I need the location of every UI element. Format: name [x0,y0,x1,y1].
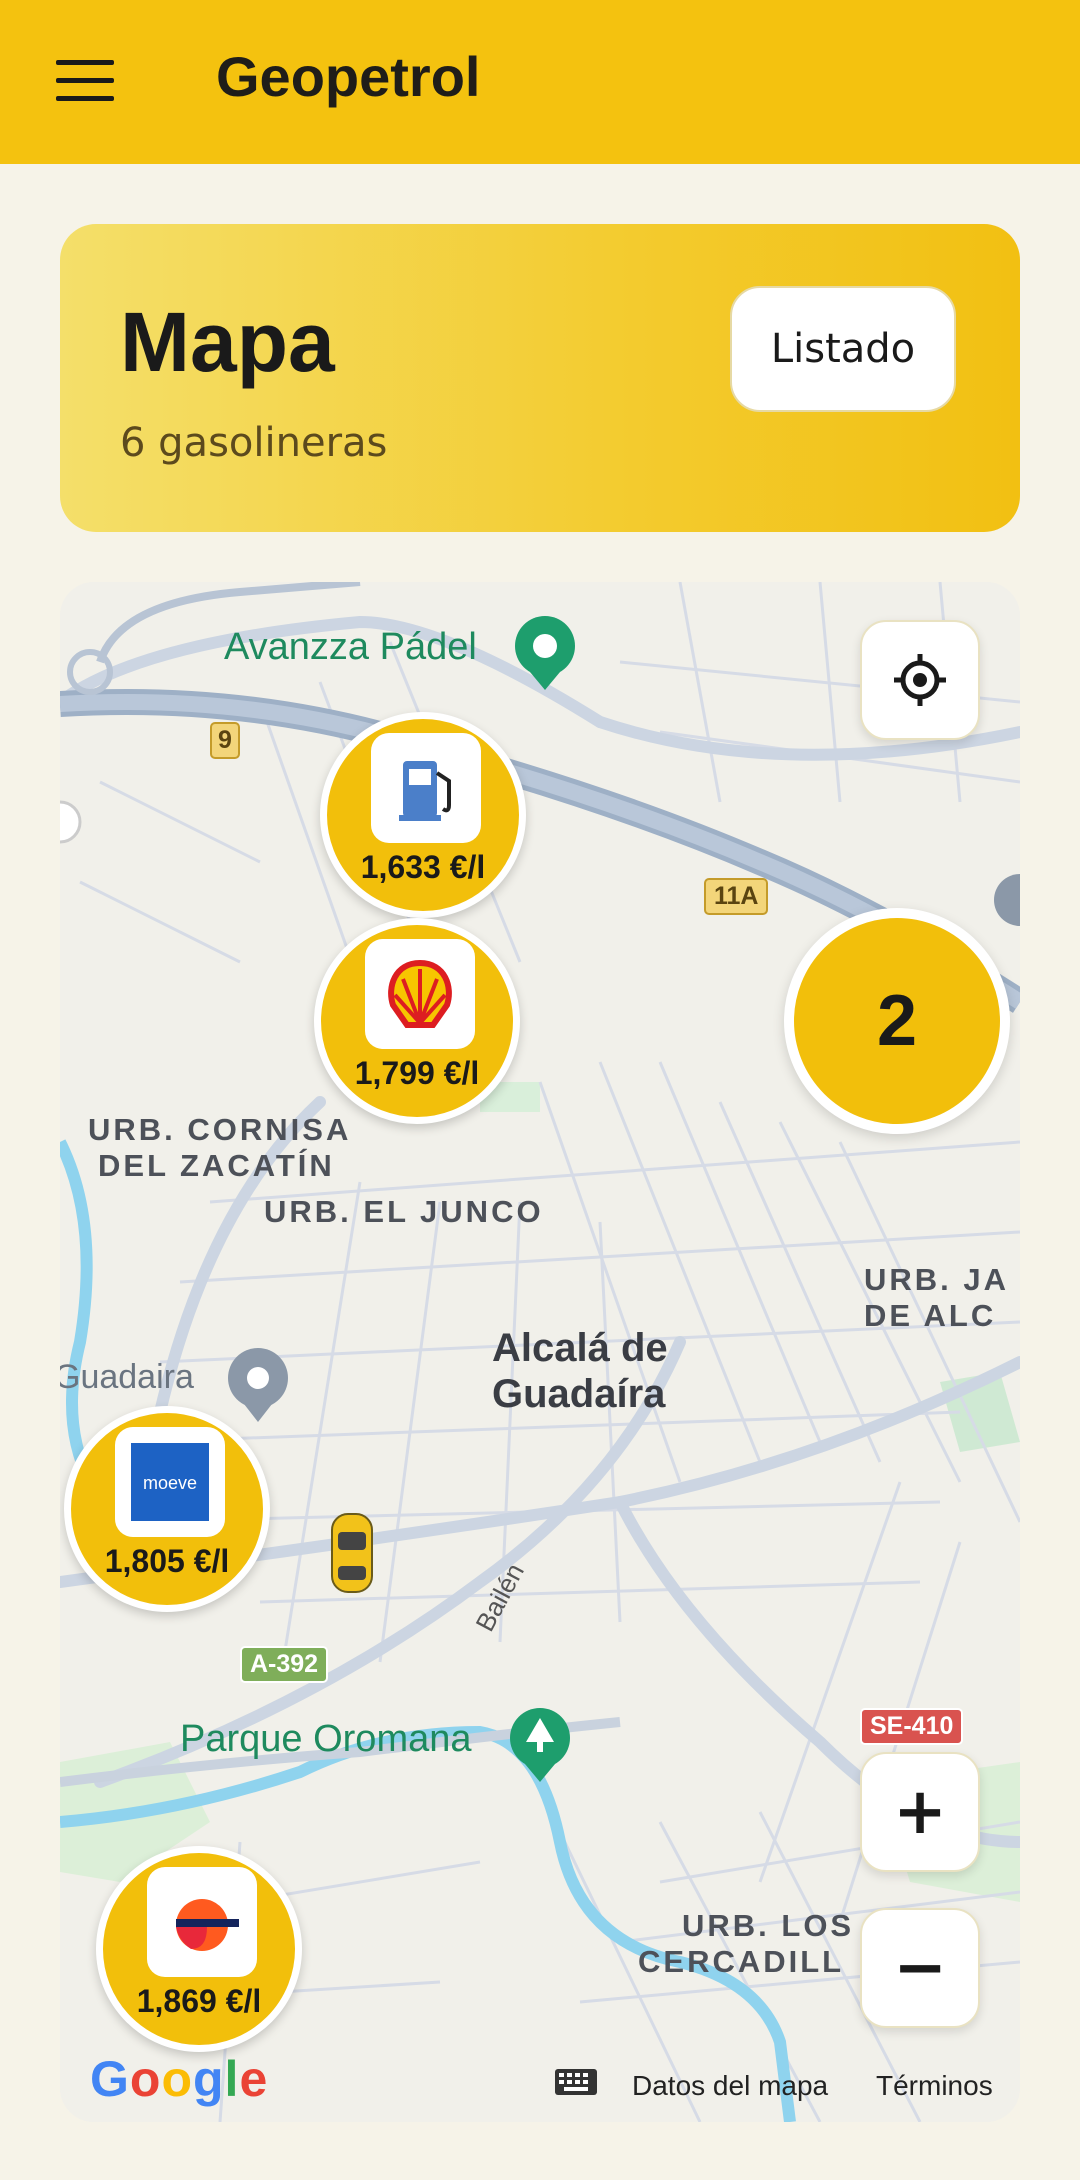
menu-icon[interactable] [40,40,130,124]
road-shield: A-392 [240,1646,329,1683]
moeve-logo-icon: moeve [115,1427,225,1537]
map-header-card: Mapa 6 gasolineras Listado [60,224,1020,532]
app-title: Geopetrol [216,45,481,108]
map-data-link[interactable]: Datos del mapa [632,2070,828,2102]
city-label: Alcalá de [492,1326,668,1370]
keyboard-icon[interactable] [554,2068,598,2103]
car-icon [331,1513,373,1593]
station-marker[interactable]: 1,633 €/l [320,712,526,918]
area-label: URB. CORNISA [88,1112,352,1147]
fuel-pump-icon [371,733,481,843]
station-count: 6 gasolineras [120,420,388,466]
my-location-button[interactable] [860,620,980,740]
area-label: URB. JA [864,1262,1010,1297]
terms-link[interactable]: Términos [876,2070,993,2102]
station-marker[interactable]: moeve 1,805 €/l [64,1406,270,1612]
zoom-out-button[interactable]: − [860,1908,980,2028]
station-price: 1,869 €/l [136,1983,262,2019]
station-price: 1,805 €/l [104,1543,230,1579]
road-shield: SE-410 [860,1708,964,1745]
road-shield: 11A [704,878,769,915]
area-label: DEL ZACATÍN [98,1148,335,1183]
poi-label-padel: Avanzza Pádel [224,626,477,668]
google-logo: Google [90,2051,269,2107]
area-label: Guadaira [60,1358,194,1396]
poi-label-parque: Parque Oromana [180,1718,472,1760]
shell-logo-icon [365,939,475,1049]
area-label: CERCADILL [638,1944,845,1979]
repsol-logo-icon [147,1867,257,1977]
svg-text:moeve: moeve [143,1473,197,1493]
station-price: 1,799 €/l [354,1055,480,1091]
app-bar: Geopetrol [0,0,1080,164]
area-label: DE ALC [864,1298,997,1333]
area-label: URB. LOS [682,1908,855,1943]
map-view[interactable]: Avanzza Pádel Parque Oromana URB. CORNIS… [60,582,1020,2122]
station-marker[interactable]: 1,869 €/l [96,1846,302,2052]
city-label: Guadaíra [492,1372,666,1416]
list-view-button[interactable]: Listado [730,286,956,412]
area-label: URB. EL JUNCO [264,1194,544,1229]
station-cluster[interactable]: 2 [784,908,1010,1134]
crosshair-icon [894,654,946,706]
station-price: 1,633 €/l [360,849,486,885]
zoom-in-button[interactable]: + [860,1752,980,1872]
page-title: Mapa [120,295,335,389]
road-shield: 9 [210,722,240,759]
station-marker[interactable]: 1,799 €/l [314,918,520,1124]
